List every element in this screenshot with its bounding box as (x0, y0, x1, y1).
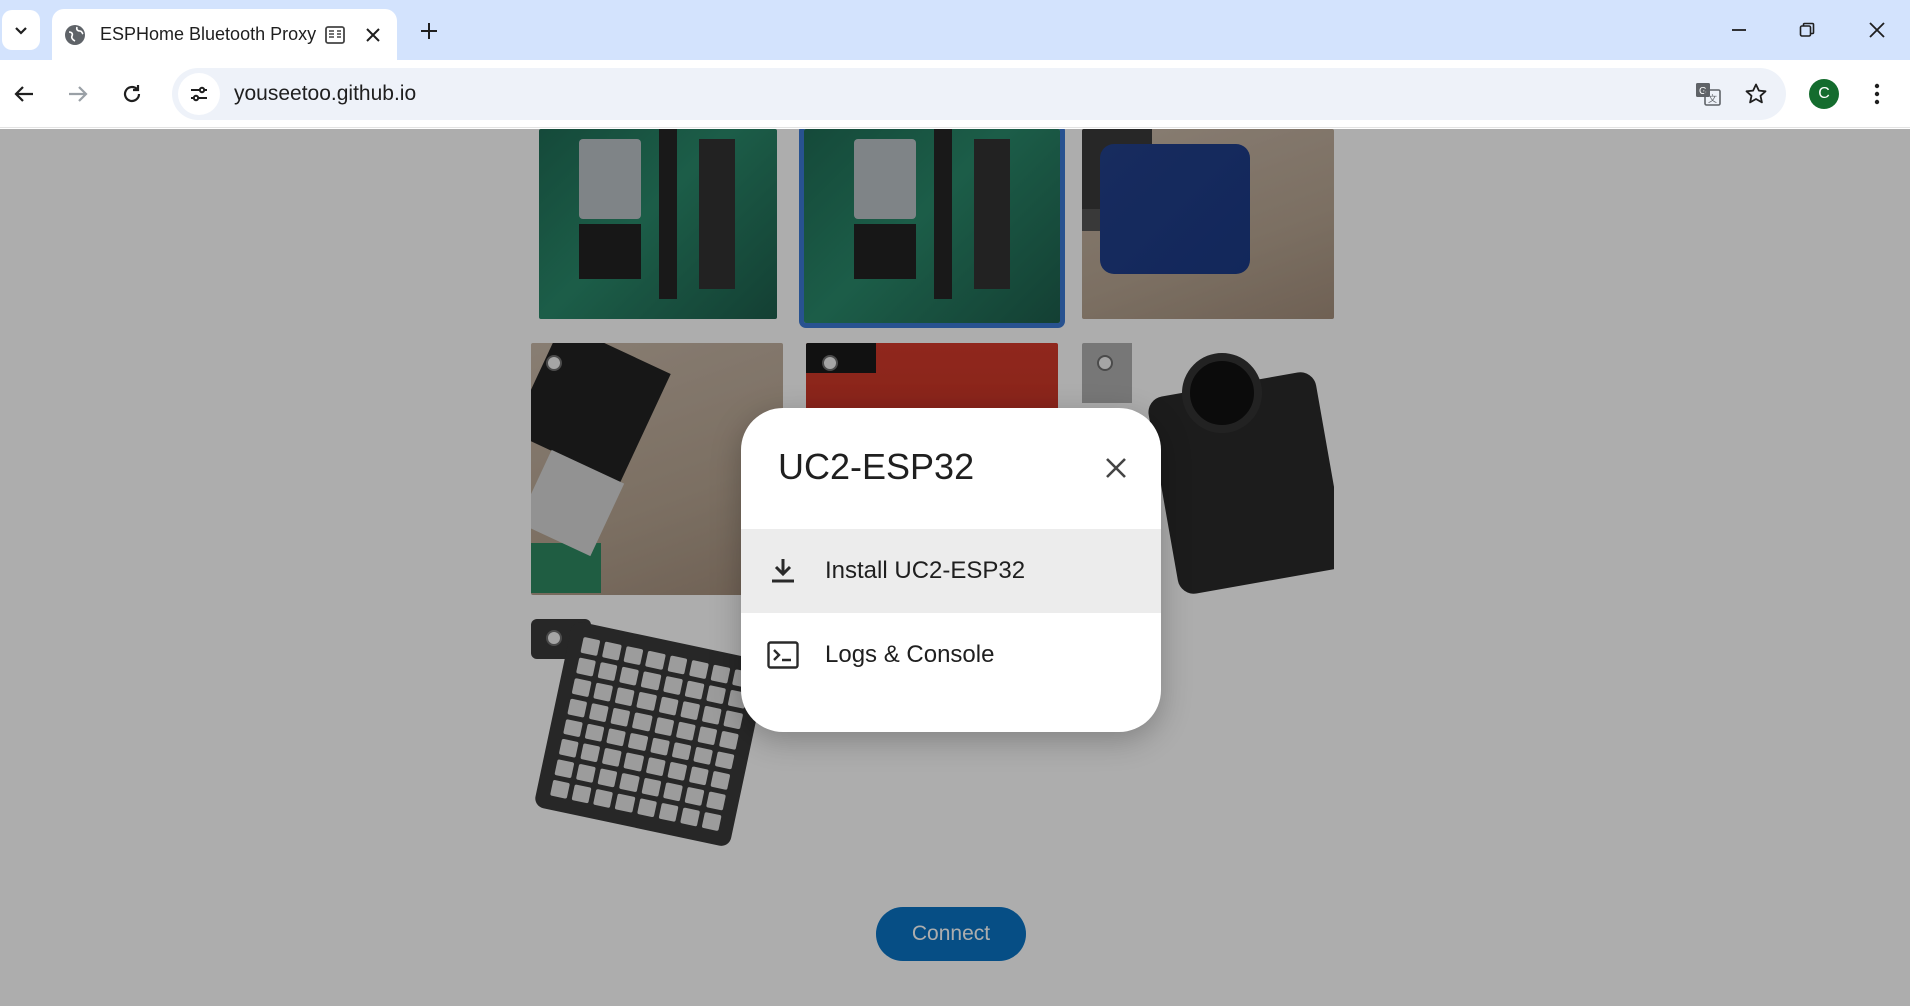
address-bar[interactable]: youseetoo.github.io G文 (172, 68, 1786, 120)
connect-button-scrim (876, 907, 1026, 961)
forward-button[interactable] (60, 76, 96, 112)
url-text: youseetoo.github.io (234, 82, 417, 105)
minimize-icon (1732, 29, 1746, 31)
star-icon (1745, 83, 1767, 104)
chevron-down-icon (15, 27, 27, 35)
reading-mode-icon[interactable] (323, 23, 347, 47)
tab-search-button[interactable] (2, 10, 40, 50)
close-icon (366, 27, 380, 42)
svg-text:G: G (1699, 86, 1707, 97)
device-dialog: UC2-ESP32 Install UC2-ESP32 Logs & Conso… (741, 408, 1161, 732)
logs-console-label: Logs & Console (825, 641, 995, 668)
minimize-button[interactable] (1714, 10, 1764, 50)
tab-active[interactable]: ESPHome Bluetooth Proxy (52, 9, 397, 60)
tab-strip: ESPHome Bluetooth Proxy (0, 0, 1910, 60)
translate-icon: G文 (1696, 83, 1721, 106)
more-vert-icon (1874, 83, 1880, 105)
profile-avatar[interactable]: C (1809, 79, 1839, 109)
close-icon (1106, 458, 1126, 478)
restore-button[interactable] (1782, 10, 1832, 50)
close-icon (1869, 22, 1885, 38)
svg-text:文: 文 (1708, 93, 1717, 105)
tune-icon (191, 86, 207, 102)
tab-close-button[interactable] (361, 23, 385, 47)
plus-icon (421, 23, 437, 39)
logs-console-menu-item[interactable]: Logs & Console (741, 613, 1161, 697)
site-info-button[interactable] (178, 73, 220, 115)
arrow-left-icon (14, 86, 33, 102)
translate-button[interactable]: G文 (1690, 76, 1726, 112)
terminal-icon (765, 637, 801, 673)
bookmark-button[interactable] (1738, 76, 1774, 112)
close-window-button[interactable] (1852, 10, 1902, 50)
tab-title: ESPHome Bluetooth Proxy (100, 24, 317, 44)
browser-menu-button[interactable] (1862, 76, 1892, 112)
new-tab-button[interactable] (412, 14, 446, 48)
install-menu-item[interactable]: Install UC2-ESP32 (741, 529, 1161, 613)
reload-button[interactable] (114, 76, 150, 112)
globe-icon (65, 24, 85, 45)
download-icon (765, 553, 801, 589)
dialog-close-button[interactable] (1096, 448, 1136, 488)
browser-toolbar: youseetoo.github.io G文 C (0, 60, 1910, 128)
dialog-title: UC2-ESP32 (778, 446, 975, 487)
reload-icon (123, 85, 141, 103)
back-button[interactable] (6, 76, 42, 112)
restore-icon (1799, 22, 1815, 37)
arrow-right-icon (69, 86, 88, 102)
install-label: Install UC2-ESP32 (825, 557, 1026, 584)
